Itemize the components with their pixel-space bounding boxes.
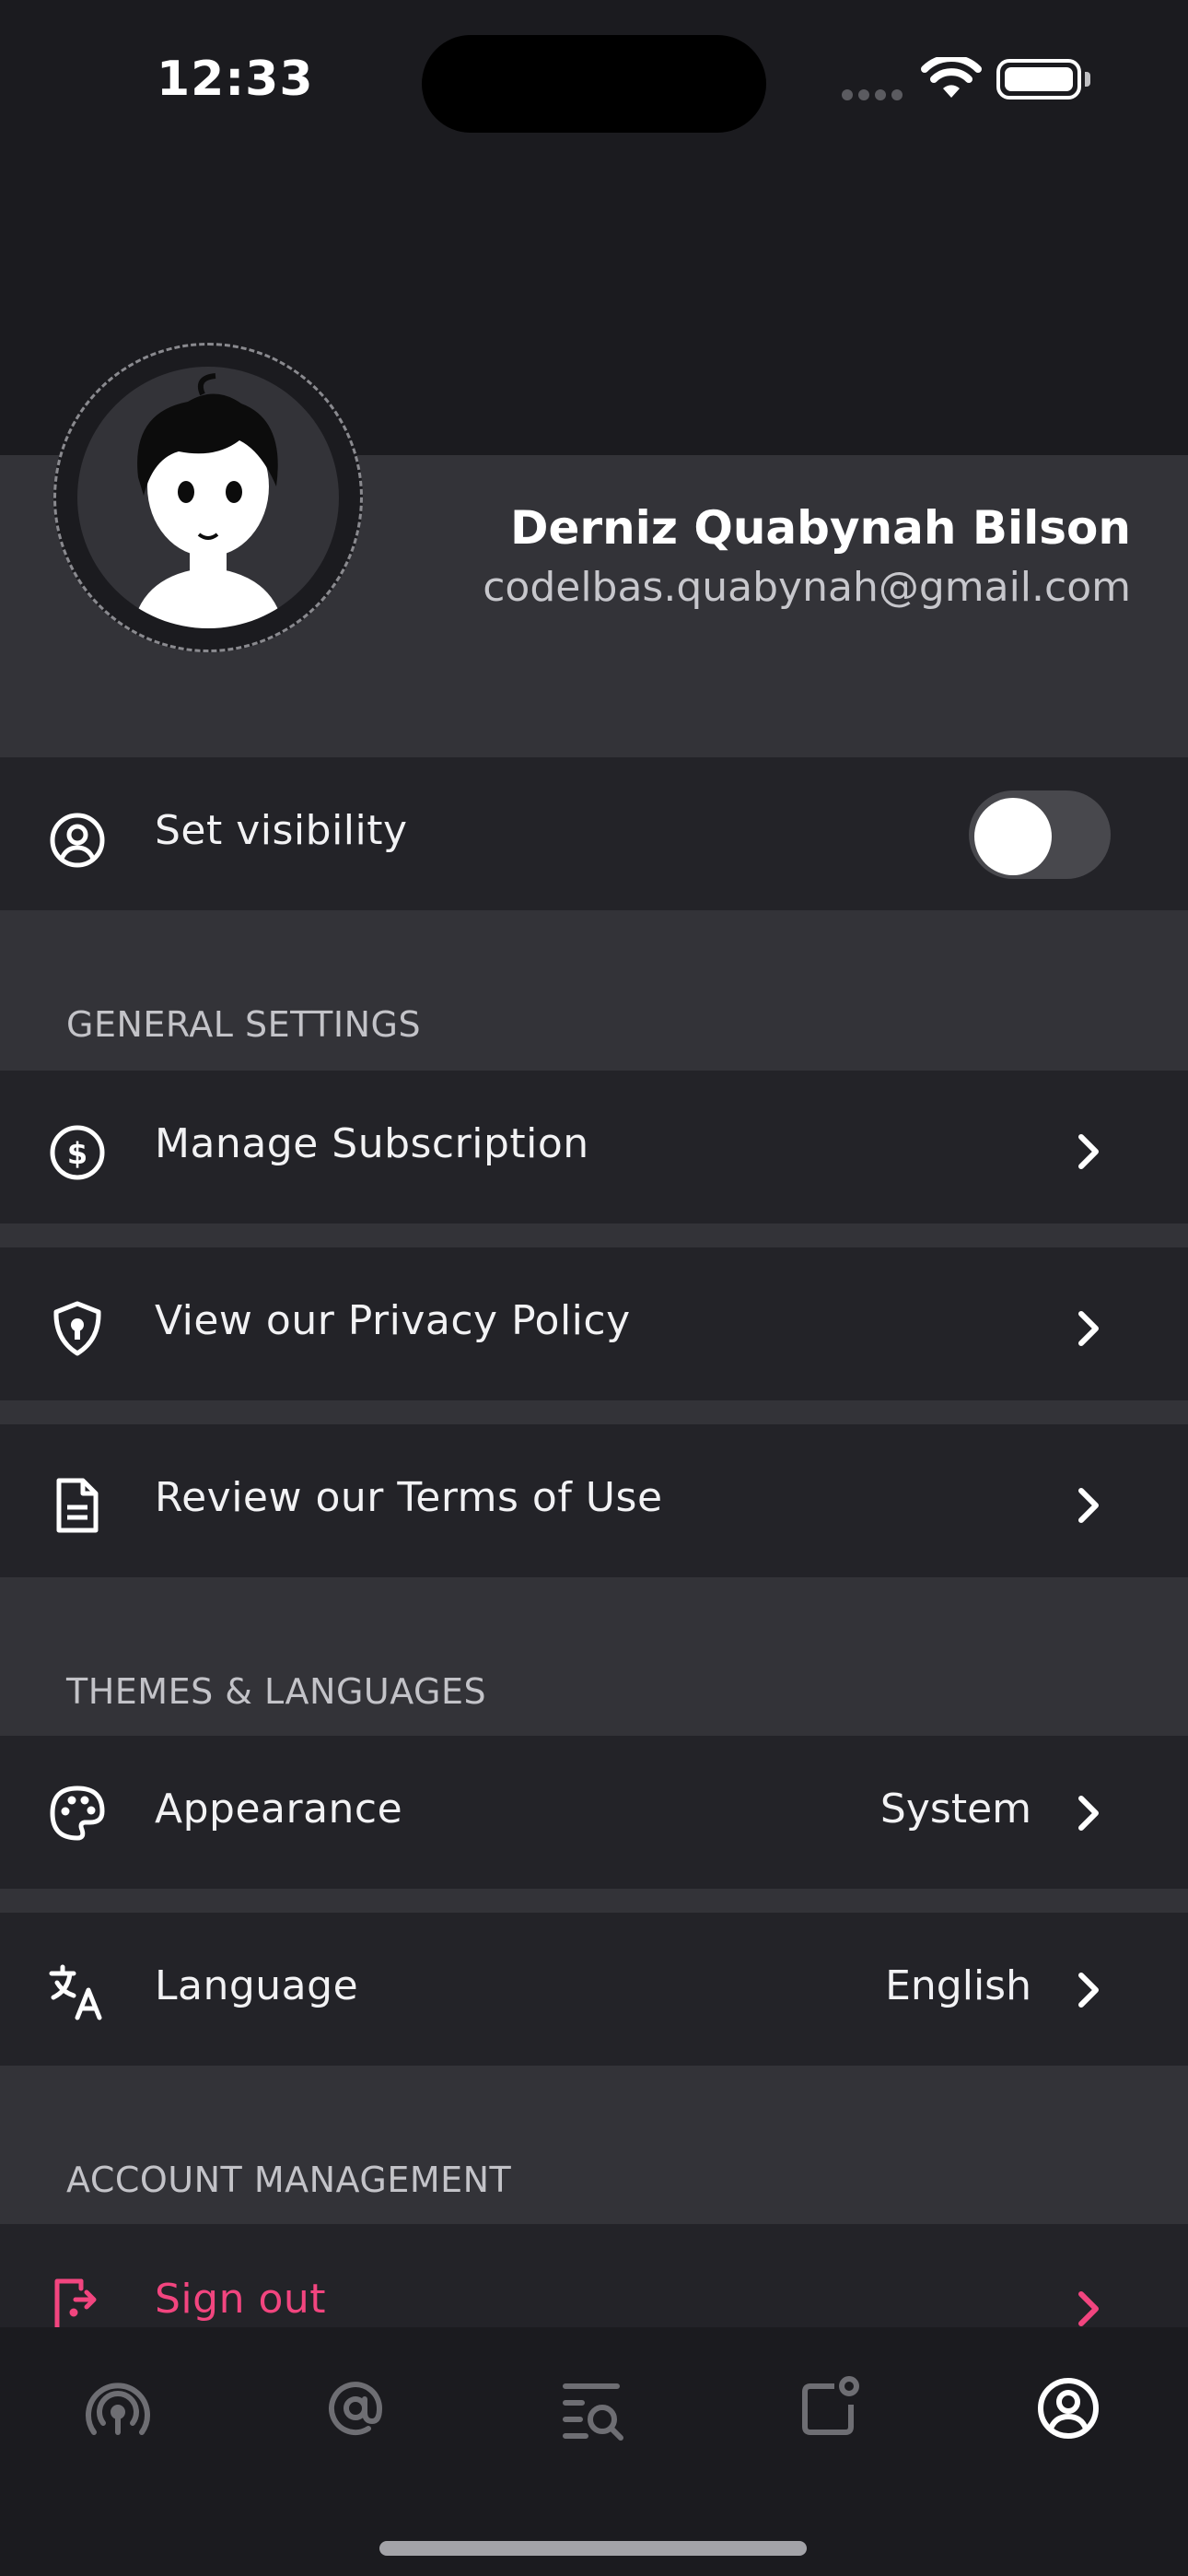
profile-email: codelbas.quabynah@gmail.com [483,564,1131,611]
chevron-right-icon [1070,1480,1107,1531]
visibility-toggle-knob[interactable] [974,798,1052,875]
chevron-right-icon [1070,2283,1107,2327]
home-indicator [379,2541,807,2556]
battery-tip [1085,72,1090,87]
chevron-right-icon [1070,1964,1107,2016]
svg-text:$: $ [67,1136,87,1171]
themes-languages-section [0,1577,1188,1736]
dollar-circle-icon: $ [48,1123,107,1182]
account-management-section [0,2066,1188,2224]
appearance-value: System [879,1786,1031,1832]
themes-languages-header: THEMES & LANGUAGES [66,1671,487,1712]
general-settings-section [0,910,1188,1071]
row-separator [0,1224,1188,1247]
tab-podcasts[interactable] [81,2371,155,2445]
palette-icon [48,1784,107,1843]
terms-of-use-label: Review our Terms of Use [155,1474,663,1521]
wifi-icon [921,54,982,105]
document-icon [48,1476,107,1535]
translate-icon [48,1962,107,2021]
tab-search[interactable] [556,2371,630,2445]
tab-notifications[interactable] [794,2371,868,2445]
battery-icon [996,59,1081,100]
row-separator [0,1889,1188,1913]
cellular-signal-icon [842,87,908,104]
manage-subscription-label: Manage Subscription [155,1120,589,1167]
visibility-label: Set visibility [155,807,408,854]
user-circle-icon [48,811,107,870]
appearance-label: Appearance [155,1786,403,1832]
general-settings-header: GENERAL SETTINGS [66,1004,422,1045]
privacy-policy-label: View our Privacy Policy [155,1297,631,1344]
status-time: 12:33 [157,52,314,107]
tab-mentions[interactable] [319,2371,392,2445]
account-management-header: ACCOUNT MANAGEMENT [66,2160,512,2200]
avatar[interactable] [77,367,339,628]
sign-out-icon [48,2276,107,2327]
tab-bar [0,2327,1188,2576]
shield-lock-icon [48,1299,107,1358]
tab-profile[interactable] [1031,2371,1105,2445]
chevron-right-icon [1070,1126,1107,1177]
chevron-right-icon [1070,1303,1107,1354]
profile-name: Derniz Quabynah Bilson [510,501,1131,555]
language-label: Language [155,1962,359,2009]
chevron-right-icon [1070,1787,1107,1839]
language-value: English [885,1962,1031,2009]
sign-out-label: Sign out [155,2276,327,2323]
dynamic-island [422,35,766,133]
row-separator [0,1400,1188,1424]
